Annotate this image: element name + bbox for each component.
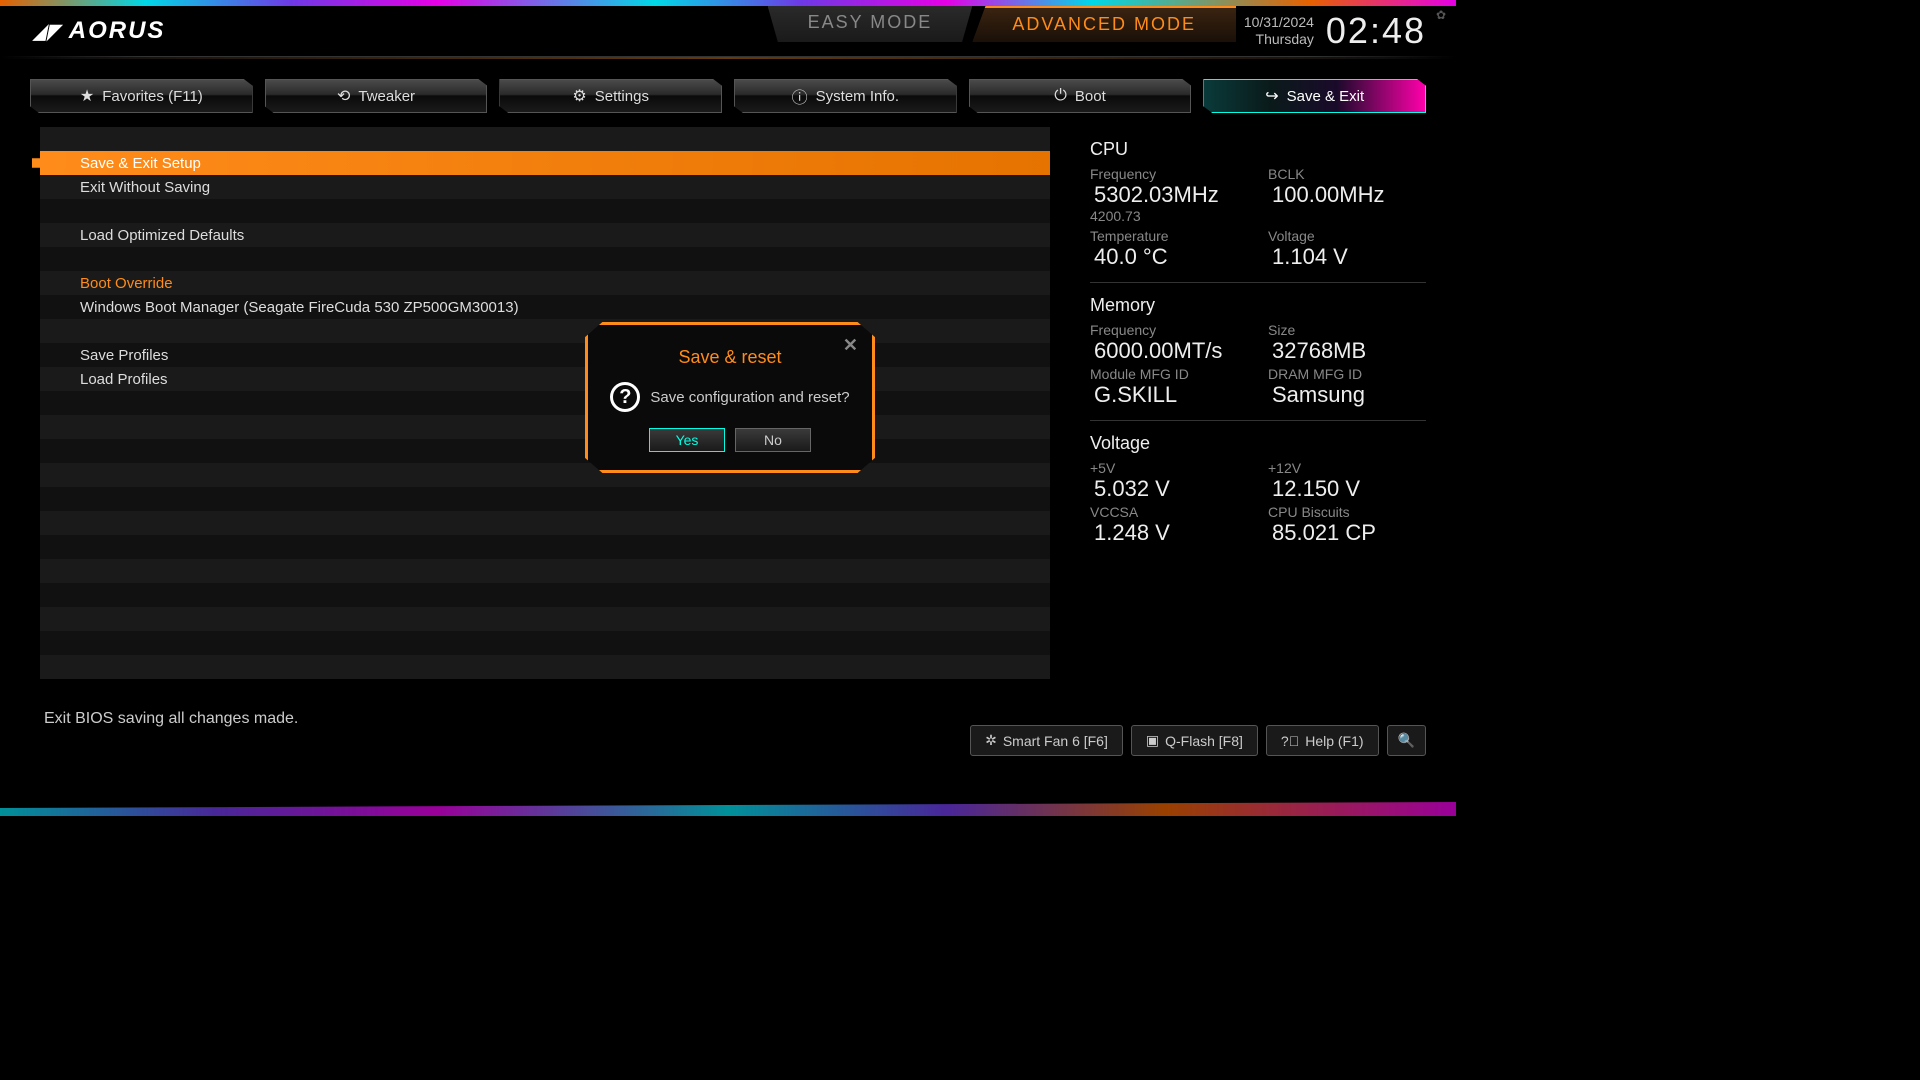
gear-icon[interactable]: ✿ [1436, 8, 1446, 22]
menu-boot-override-entry[interactable]: Windows Boot Manager (Seagate FireCuda 5… [40, 295, 1050, 319]
time-text: 02:48 [1326, 10, 1426, 52]
info-icon: ⓘ [792, 84, 808, 108]
tab-save-exit[interactable]: ↪Save & Exit [1203, 79, 1426, 113]
tab-favorites[interactable]: ★Favorites (F11) [30, 79, 253, 113]
datetime-block: 10/31/2024 Thursday 02:48 [1244, 10, 1426, 52]
exit-icon: ↪ [1265, 86, 1278, 106]
voltage-vccsa: 1.248 V [1094, 520, 1170, 545]
star-icon: ★ [80, 86, 94, 106]
close-icon[interactable]: ✕ [843, 335, 858, 356]
dialog-message: Save configuration and reset? [650, 389, 849, 406]
advanced-mode-tab[interactable]: ADVANCED MODE [972, 6, 1236, 42]
mem-module: G.SKILL [1094, 382, 1177, 407]
header-bar: ◢◤ AORUS EASY MODE ADVANCED MODE 10/31/2… [0, 6, 1456, 56]
fan-icon: ✲ [985, 732, 997, 749]
easy-mode-tab[interactable]: EASY MODE [768, 6, 973, 42]
logo-wing-icon: ◢◤ [33, 19, 61, 44]
mem-dram: Samsung [1272, 382, 1365, 407]
no-button[interactable]: No [735, 428, 811, 452]
main-nav: ★Favorites (F11) ⟲Tweaker ⚙Settings ⓘSys… [0, 79, 1456, 113]
search-icon: 🔍 [1398, 732, 1415, 749]
cpu-voltage: 1.104 V [1272, 244, 1348, 269]
mem-frequency: 6000.00MT/s [1094, 338, 1222, 363]
flash-icon: ▣ [1146, 732, 1159, 749]
voltage-5v: 5.032 V [1094, 476, 1170, 501]
mem-size: 32768MB [1272, 338, 1366, 363]
cpu-frequency: 5302.03MHz [1094, 182, 1219, 207]
logo-text: AORUS [69, 17, 166, 45]
tab-settings[interactable]: ⚙Settings [499, 79, 722, 113]
gear-icon: ⚙ [572, 86, 586, 106]
question-icon: ? [610, 382, 640, 412]
menu-save-profiles[interactable]: Save Profiles [40, 343, 1050, 367]
tab-boot[interactable]: ⏻Boot [969, 79, 1192, 113]
cpu-title: CPU [1090, 139, 1426, 160]
cpu-biscuits: 85.021 CP [1272, 520, 1376, 545]
dialog-title: Save & reset [608, 347, 852, 368]
power-icon: ⏻ [1054, 87, 1067, 105]
cpu-bclk: 100.00MHz [1272, 182, 1385, 207]
yes-button[interactable]: Yes [649, 428, 725, 452]
qflash-button[interactable]: ▣Q-Flash [F8] [1131, 725, 1258, 756]
voltage-title: Voltage [1090, 433, 1426, 454]
tweak-icon: ⟲ [337, 86, 350, 106]
menu-load-profiles[interactable]: Load Profiles [40, 367, 1050, 391]
help-icon: ?⃝ [1281, 733, 1299, 749]
day-text: Thursday [1244, 31, 1314, 48]
menu-load-optimized-defaults[interactable]: Load Optimized Defaults [40, 223, 1050, 247]
help-description: Exit BIOS saving all changes made. [44, 710, 298, 728]
menu-boot-override-header: Boot Override [40, 271, 1050, 295]
cpu-temp: 40.0 °C [1094, 244, 1168, 269]
aorus-logo: ◢◤ AORUS [30, 17, 165, 45]
smart-fan-button[interactable]: ✲Smart Fan 6 [F6] [970, 725, 1123, 756]
tab-tweaker[interactable]: ⟲Tweaker [265, 79, 488, 113]
save-reset-dialog: ✕ Save & reset ? Save configuration and … [585, 322, 875, 473]
date-text: 10/31/2024 [1244, 14, 1314, 31]
status-sidebar: CPU Frequency5302.03MHz 4200.73 BCLK100.… [1050, 127, 1456, 677]
menu-panel: Save & Exit Setup Exit Without Saving Lo… [40, 127, 1050, 677]
menu-save-exit-setup[interactable]: Save & Exit Setup [40, 151, 1050, 175]
memory-title: Memory [1090, 295, 1426, 316]
menu-exit-without-saving[interactable]: Exit Without Saving [40, 175, 1050, 199]
search-button[interactable]: 🔍 [1387, 725, 1426, 756]
voltage-12v: 12.150 V [1272, 476, 1360, 501]
help-button[interactable]: ?⃝Help (F1) [1266, 725, 1379, 756]
tab-systeminfo[interactable]: ⓘSystem Info. [734, 79, 957, 113]
